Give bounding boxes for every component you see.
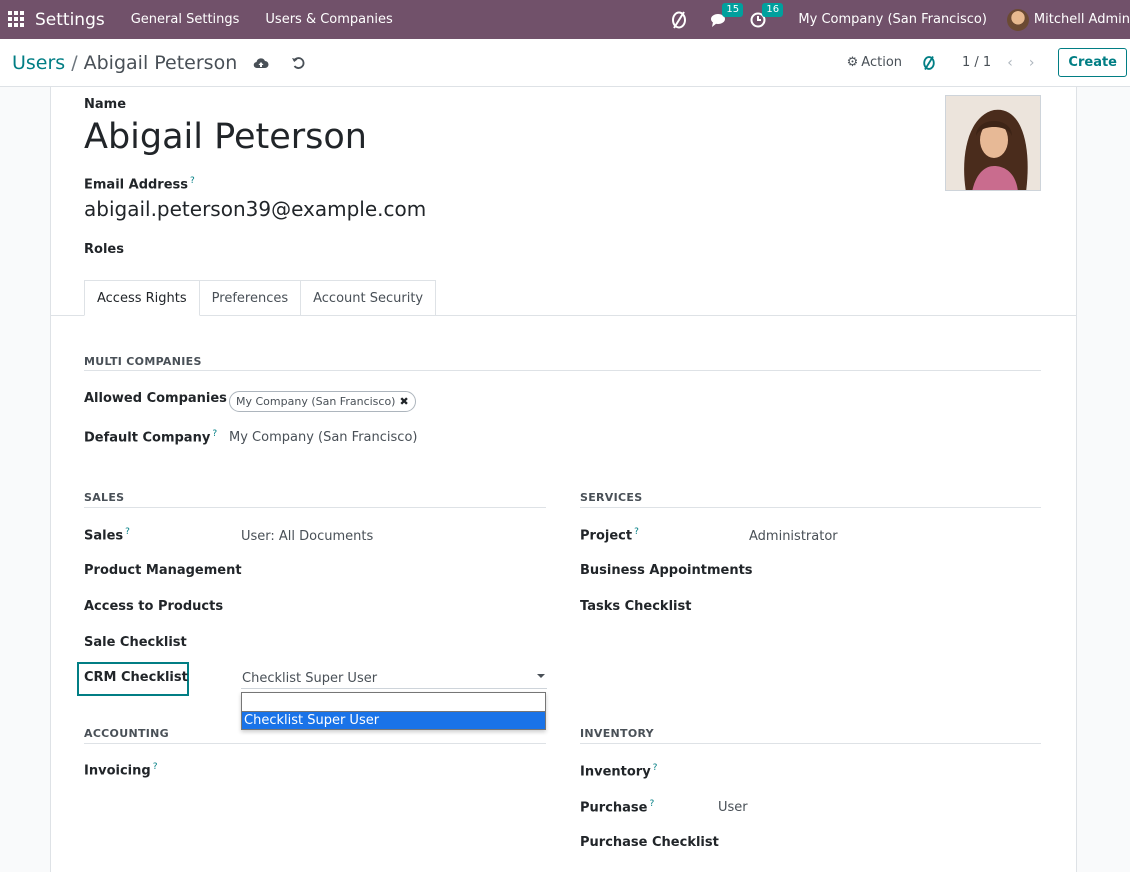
pager-previous-icon[interactable]: ‹ [1007, 55, 1013, 71]
allowed-companies-label: Allowed Companies [84, 391, 227, 406]
crm-checklist-select[interactable]: Checklist Super User [241, 670, 547, 689]
pager-next-icon[interactable]: › [1029, 55, 1035, 71]
roles-label: Roles [84, 242, 124, 257]
help-tooltip-icon[interactable]: ? [212, 429, 217, 439]
action-menu[interactable]: ⚙ Action [847, 55, 902, 70]
tasks-checklist-label: Tasks Checklist [580, 599, 692, 614]
help-tooltip-icon[interactable]: ? [190, 176, 195, 186]
email-field[interactable]: abigail.peterson39@example.com [84, 197, 426, 221]
help-tooltip-icon[interactable]: ? [649, 799, 654, 809]
divider [580, 743, 1041, 744]
create-button[interactable]: Create [1058, 48, 1127, 77]
divider [84, 507, 546, 508]
access-to-products-label: Access to Products [84, 599, 224, 614]
tag-label: My Company (San Francisco) [236, 395, 396, 408]
section-inventory: INVENTORY [580, 727, 654, 740]
pager-value[interactable]: 1 / 1 [962, 55, 991, 70]
crm-checklist-dropdown: Checklist Super User [241, 692, 546, 730]
company-switcher[interactable]: My Company (San Francisco) [798, 12, 986, 27]
divider [580, 507, 1041, 508]
help-tooltip-icon[interactable]: ? [153, 762, 158, 772]
sales-rights-field[interactable]: User: All Documents [241, 529, 373, 544]
sale-checklist-label: Sale Checklist [84, 635, 187, 650]
crm-checklist-label: CRM Checklist [84, 670, 188, 685]
help-tooltip-icon[interactable]: ? [634, 527, 639, 537]
default-company-label: Default Company? [84, 429, 218, 446]
divider [84, 370, 1041, 371]
breadcrumb-users[interactable]: Users [12, 52, 65, 74]
tab-preferences[interactable]: Preferences [199, 280, 302, 316]
section-multi-companies: MULTI COMPANIES [84, 355, 202, 368]
section-accounting: ACCOUNTING [84, 727, 169, 740]
user-avatar[interactable] [1006, 8, 1029, 31]
user-menu[interactable]: Mitchell Admin [1034, 12, 1130, 27]
breadcrumb: Users / Abigail Peterson [12, 52, 305, 74]
breadcrumb-separator: / [71, 51, 78, 74]
menu-general-settings[interactable]: General Settings [131, 12, 240, 27]
menu-users-companies[interactable]: Users & Companies [265, 12, 392, 27]
user-photo[interactable] [945, 95, 1041, 191]
crm-checklist-value: Checklist Super User [242, 671, 378, 686]
business-appointments-label: Business Appointments [580, 563, 753, 578]
help-tooltip-icon[interactable]: ? [125, 527, 130, 537]
odoo-logo-icon[interactable] [670, 10, 688, 30]
divider [84, 743, 546, 744]
dropdown-empty-option[interactable] [242, 693, 545, 712]
activity-count-badge: 16 [762, 2, 784, 17]
activity-clock-icon[interactable]: 16 [750, 2, 784, 28]
tab-access-rights[interactable]: Access Rights [84, 280, 200, 316]
name-label: Name [84, 97, 127, 112]
gear-icon: ⚙ [846, 55, 859, 70]
control-panel: Users / Abigail Peterson ⚙ Action 1 / 1 … [0, 39, 1130, 87]
app-title[interactable]: Settings [35, 10, 105, 30]
default-company-field[interactable]: My Company (San Francisco) [229, 430, 417, 445]
project-rights-field[interactable]: Administrator [749, 529, 838, 544]
section-services: SERVICES [580, 491, 643, 504]
email-label: Email Address? [84, 176, 195, 193]
section-sales: SALES [84, 491, 125, 504]
project-label: Project? [580, 527, 639, 544]
invoicing-label: Invoicing? [84, 762, 158, 779]
user-name-field[interactable]: Abigail Peterson [84, 117, 367, 157]
product-management-label: Product Management [84, 563, 242, 578]
top-navbar: Settings General Settings Users & Compan… [0, 0, 1130, 39]
dropdown-option-checklist-super-user[interactable]: Checklist Super User [242, 712, 545, 729]
dropdown-caret-icon[interactable] [537, 674, 545, 678]
chat-count-badge: 15 [722, 2, 744, 17]
chat-icon[interactable]: 15 [710, 2, 744, 28]
purchase-label: Purchase? [580, 799, 655, 816]
tab-account-security[interactable]: Account Security [301, 280, 437, 316]
discard-undo-icon[interactable] [291, 56, 305, 70]
inventory-label: Inventory? [580, 763, 658, 780]
action-label: Action [861, 55, 903, 70]
purchase-rights-field[interactable]: User [718, 800, 748, 815]
remove-tag-icon[interactable]: ✖ [399, 395, 408, 408]
purchase-checklist-label: Purchase Checklist [580, 835, 719, 850]
odoo-logo-icon[interactable] [922, 55, 936, 71]
form-tabs: Access Rights Preferences Account Securi… [84, 280, 437, 316]
breadcrumb-current: Abigail Peterson [83, 51, 238, 74]
allowed-company-tag[interactable]: My Company (San Francisco) ✖ [229, 391, 416, 412]
apps-menu-icon[interactable] [8, 11, 25, 28]
save-cloud-icon[interactable] [253, 57, 269, 69]
help-tooltip-icon[interactable]: ? [653, 763, 658, 773]
sales-label: Sales? [84, 527, 130, 544]
